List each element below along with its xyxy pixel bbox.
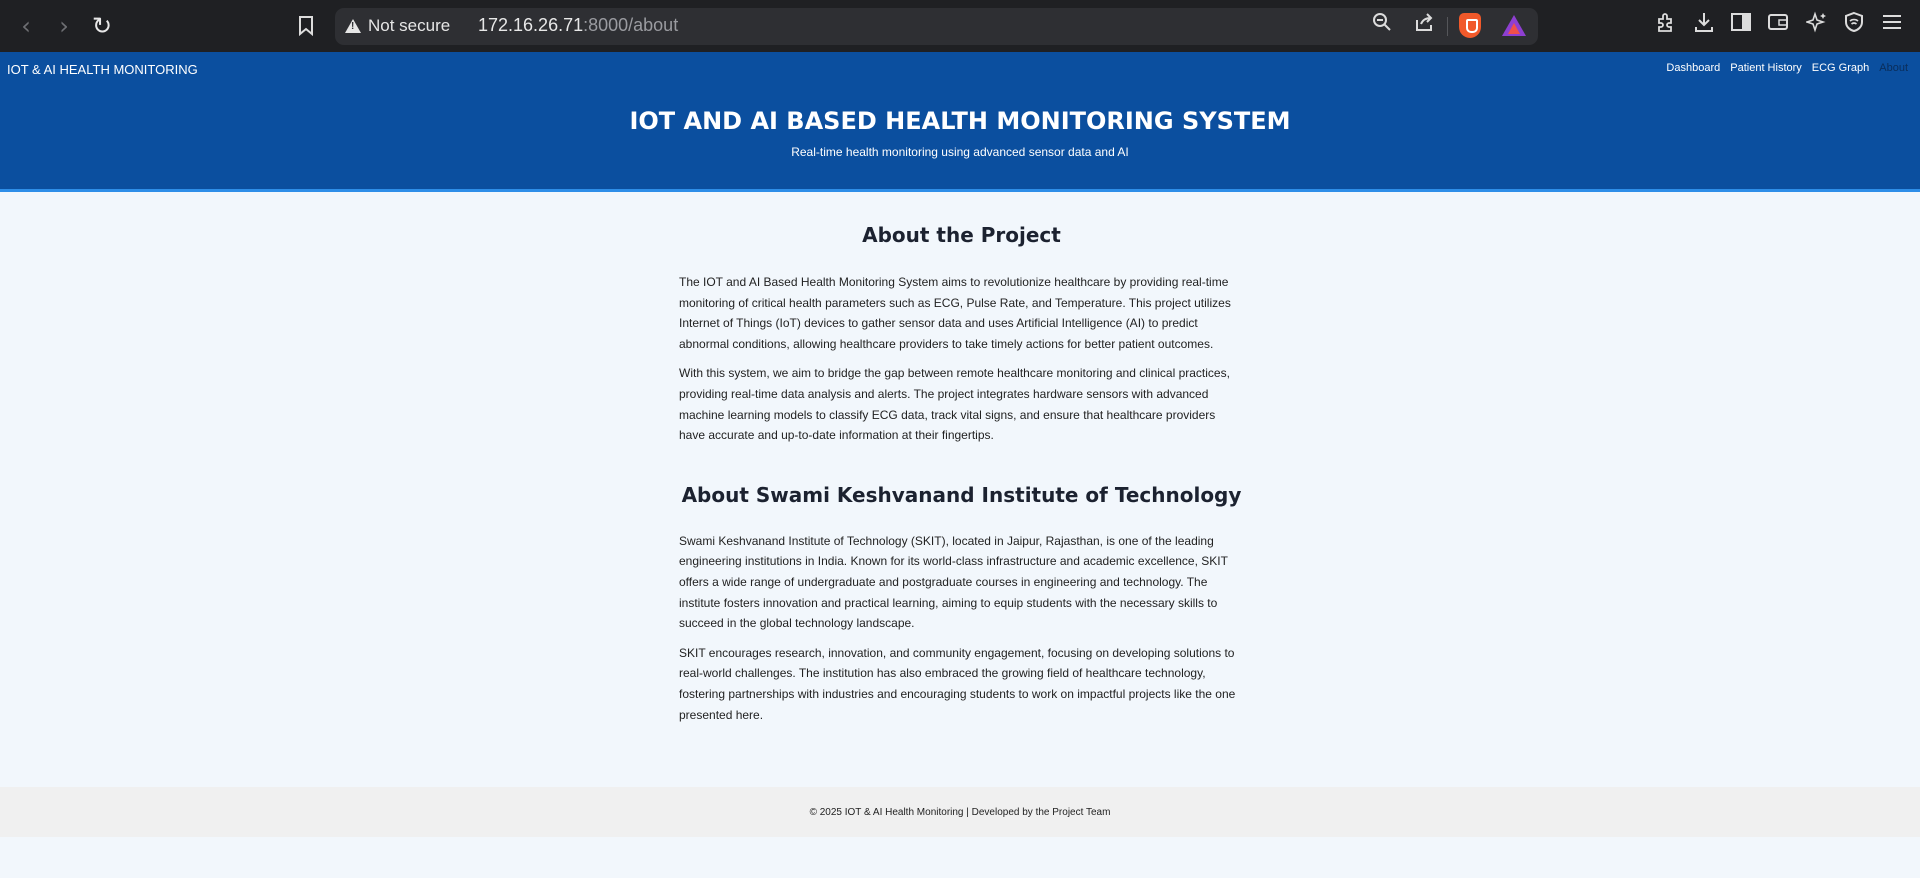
toolbar-separator (1447, 17, 1448, 36)
bookmark-button[interactable] (290, 10, 322, 42)
site-footer: © 2025 IOT & AI Health Monitoring | Deve… (0, 787, 1920, 837)
hero-subtitle: Real-time health monitoring using advanc… (791, 145, 1129, 159)
url-host: 172.16.26.71 (478, 15, 584, 35)
nav-link-about[interactable]: About (1879, 62, 1908, 74)
site-brand[interactable]: IOT & AI HEALTH MONITORING (7, 62, 198, 77)
about-institute-heading: About Swami Keshvanand Institute of Tech… (681, 482, 1242, 507)
main-content: About the Project The IOT and AI Based H… (679, 223, 1244, 725)
footer-text: © 2025 IOT & AI Health Monitoring | Deve… (809, 806, 1111, 818)
back-arrow-icon: ‹ (21, 12, 31, 40)
about-institute-paragraph: Swami Keshvanand Institute of Technology… (679, 533, 1228, 631)
nav-link-ecg-graph[interactable]: ECG Graph (1812, 62, 1869, 74)
url-path: :8000/about (583, 15, 679, 35)
url-text[interactable]: 172.16.26.71:8000/about (478, 15, 678, 36)
menu-icon[interactable] (1879, 9, 1905, 35)
brave-shields-icon[interactable] (1459, 13, 1481, 38)
warning-icon (345, 19, 361, 33)
nav-link-dashboard[interactable]: Dashboard (1666, 62, 1720, 74)
browser-toolbar: ‹ › ↻ Not secure 172.16.26.71:8000/about (0, 0, 1920, 52)
share-icon[interactable] (1411, 9, 1437, 35)
site-header: IOT & AI HEALTH MONITORING Dashboard Pat… (0, 52, 1920, 192)
about-project-paragraph: The IOT and AI Based Health Monitoring S… (679, 275, 1231, 351)
bookmark-icon (299, 16, 313, 36)
forward-button[interactable]: › (48, 10, 80, 42)
hero-title: IOT AND AI BASED HEALTH MONITORING SYSTE… (629, 107, 1291, 135)
security-label: Not secure (368, 16, 451, 35)
top-navigation: Dashboard Patient History ECG Graph Abou… (1666, 62, 1908, 74)
about-project-paragraph: With this system, we aim to bridge the g… (679, 366, 1230, 443)
wallet-icon[interactable] (1765, 9, 1791, 35)
about-project-heading: About the Project (862, 223, 1061, 247)
download-icon[interactable] (1691, 9, 1717, 35)
nav-link-patient-history[interactable]: Patient History (1730, 62, 1802, 74)
sidebar-icon[interactable] (1728, 9, 1754, 35)
forward-arrow-icon: › (59, 12, 69, 40)
leo-ai-icon[interactable] (1804, 9, 1830, 35)
vpn-shield-icon[interactable] (1841, 9, 1867, 35)
back-button[interactable]: ‹ (10, 10, 42, 42)
reload-icon: ↻ (91, 12, 113, 40)
brave-rewards-icon[interactable] (1502, 15, 1526, 36)
security-indicator[interactable]: Not secure (345, 16, 450, 36)
zoom-icon[interactable] (1369, 9, 1395, 35)
about-institute-paragraph: SKIT encourages research, innovation, an… (679, 645, 1236, 722)
reload-button[interactable]: ↻ (86, 10, 118, 42)
extensions-icon[interactable] (1654, 9, 1680, 35)
